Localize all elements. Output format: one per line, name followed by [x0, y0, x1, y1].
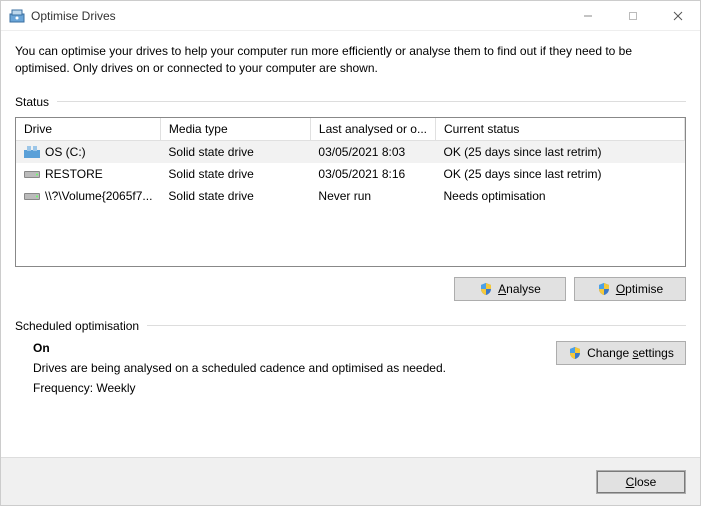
status-header-row: Status — [15, 95, 686, 109]
window-controls — [565, 1, 700, 31]
change-settings-button[interactable]: Change settings — [556, 341, 686, 365]
drive-table: Drive Media type Last analysed or o... C… — [16, 118, 685, 207]
shield-icon — [568, 346, 582, 360]
hdd-icon — [24, 190, 40, 202]
table-header-row: Drive Media type Last analysed or o... C… — [16, 118, 685, 141]
divider — [147, 325, 686, 326]
scheduled-label: Scheduled optimisation — [15, 319, 147, 333]
minimize-button[interactable] — [565, 1, 610, 31]
change-settings-label: Change settings — [587, 346, 674, 360]
drive-media: Solid state drive — [160, 163, 310, 185]
maximize-button[interactable] — [610, 1, 655, 31]
drive-last: 03/05/2021 8:16 — [310, 163, 435, 185]
analyse-button[interactable]: Analyse — [454, 277, 566, 301]
drive-status: OK (25 days since last retrim) — [436, 140, 685, 163]
divider — [57, 101, 686, 102]
scheduled-frequency: Frequency: Weekly — [33, 381, 556, 395]
drive-table-container: Drive Media type Last analysed or o... C… — [15, 117, 686, 267]
drive-media: Solid state drive — [160, 140, 310, 163]
analyse-label: Analyse — [498, 282, 541, 296]
table-row[interactable]: \\?\Volume{2065f7... Solid state drive N… — [16, 185, 685, 207]
app-icon — [9, 8, 25, 24]
scheduled-on: On — [33, 341, 556, 355]
optimise-label: Optimise — [616, 282, 663, 296]
bottom-bar: Close — [1, 457, 700, 505]
drive-last: 03/05/2021 8:03 — [310, 140, 435, 163]
titlebar: Optimise Drives — [1, 1, 700, 31]
drive-last: Never run — [310, 185, 435, 207]
action-button-row: Analyse Optimise — [15, 277, 686, 301]
shield-icon — [597, 282, 611, 296]
description-text: You can optimise your drives to help you… — [15, 43, 686, 77]
drive-name: OS (C:) — [45, 145, 86, 159]
optimise-button[interactable]: Optimise — [574, 277, 686, 301]
shield-icon — [479, 282, 493, 296]
scheduled-description: Drives are being analysed on a scheduled… — [33, 361, 556, 375]
os-drive-icon — [24, 146, 40, 158]
col-current[interactable]: Current status — [436, 118, 685, 141]
window-title: Optimise Drives — [31, 9, 565, 23]
hdd-icon — [24, 168, 40, 180]
close-dialog-button[interactable]: Close — [596, 470, 686, 494]
drive-status: OK (25 days since last retrim) — [436, 163, 685, 185]
drive-status: Needs optimisation — [436, 185, 685, 207]
scheduled-body: On Drives are being analysed on a schedu… — [15, 341, 686, 401]
col-drive[interactable]: Drive — [16, 118, 160, 141]
drive-name: \\?\Volume{2065f7... — [45, 189, 152, 203]
drive-media: Solid state drive — [160, 185, 310, 207]
scheduled-header-row: Scheduled optimisation — [15, 319, 686, 333]
close-button[interactable] — [655, 1, 700, 31]
col-media[interactable]: Media type — [160, 118, 310, 141]
content-area: You can optimise your drives to help you… — [1, 31, 700, 401]
status-label: Status — [15, 95, 57, 109]
table-row[interactable]: RESTORE Solid state drive 03/05/2021 8:1… — [16, 163, 685, 185]
close-label: Close — [626, 475, 657, 489]
table-row[interactable]: OS (C:) Solid state drive 03/05/2021 8:0… — [16, 140, 685, 163]
drive-name: RESTORE — [45, 167, 103, 181]
col-last[interactable]: Last analysed or o... — [310, 118, 435, 141]
